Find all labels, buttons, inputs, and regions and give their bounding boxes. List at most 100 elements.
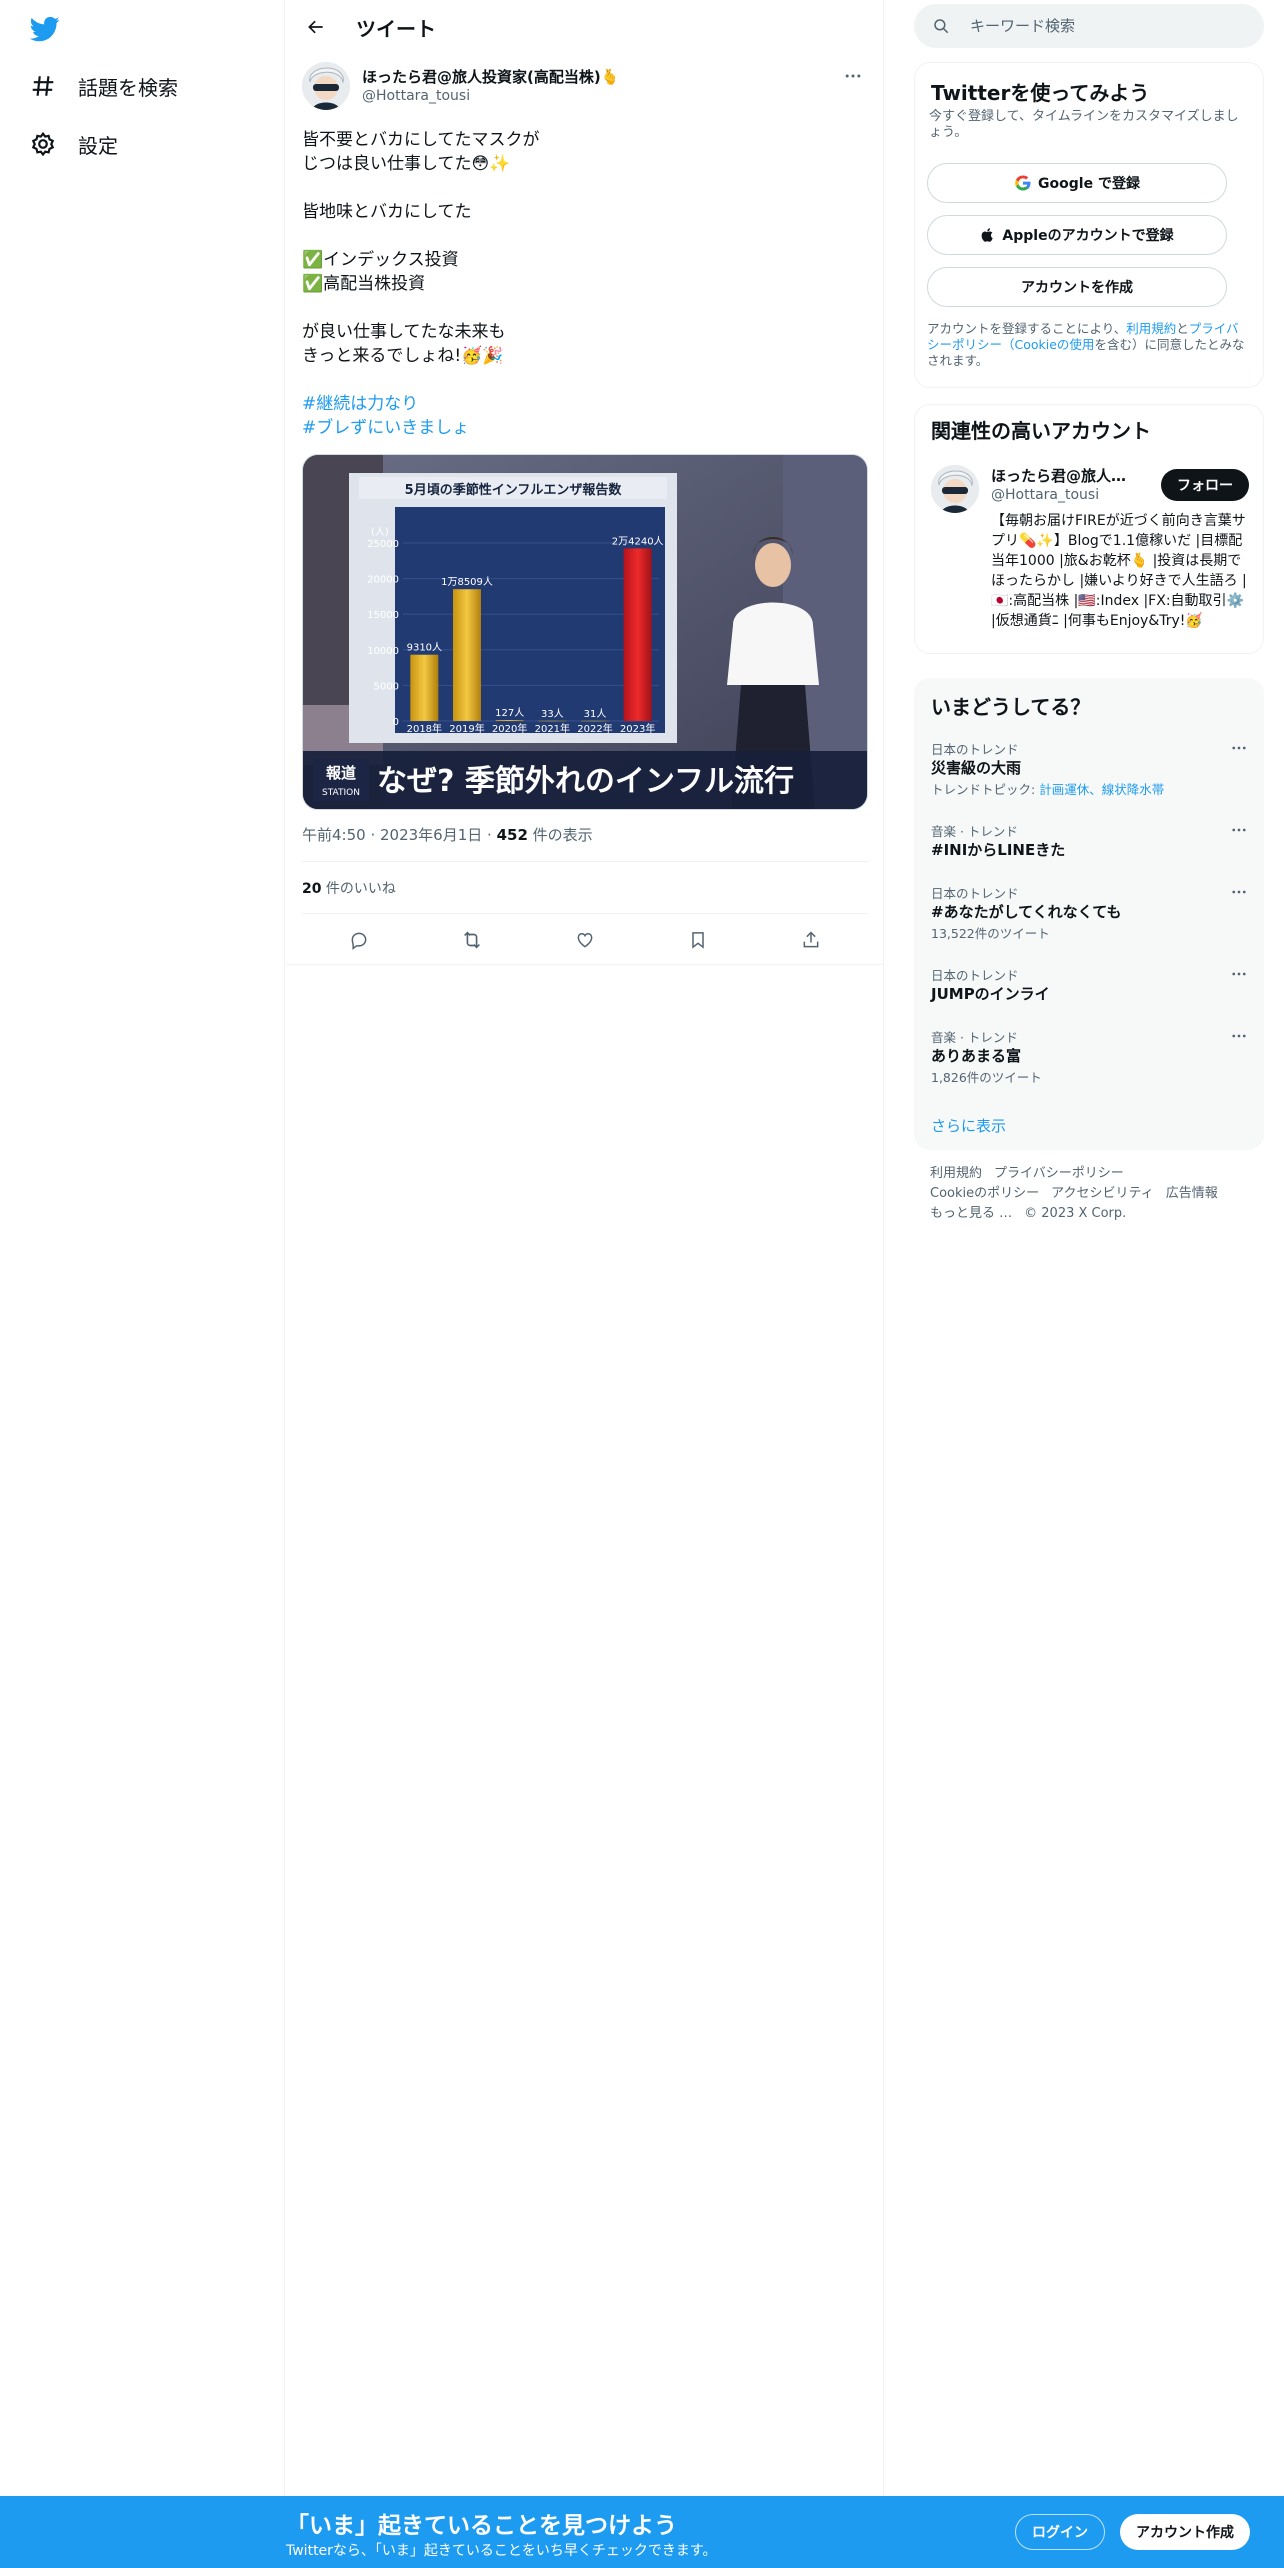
tweet-time[interactable]: 午前4:50 bbox=[302, 826, 366, 844]
trend-item[interactable]: 日本のトレンド JUMPのインライ bbox=[915, 965, 1265, 1009]
hashtag-link[interactable]: #継続は力なり bbox=[302, 394, 418, 414]
footer-links: 利用規約 プライバシーポリシー Cookieのポリシー アクセシビリティ 広告情報 も… bbox=[930, 1164, 1250, 1224]
avatar[interactable] bbox=[931, 465, 979, 513]
tweet-photo[interactable]: 5月頃の季節性インフルエンザ報告数 25000 20000 15000 10000 50… bbox=[302, 454, 868, 810]
hashtag-link[interactable]: #ブレずにいきましょ bbox=[302, 418, 469, 438]
terms-text: アカウントを登録することにより、 bbox=[927, 321, 1127, 336]
chart-data-label: 127人 bbox=[495, 707, 524, 719]
trend-extra: トレンドトピック: 計画運休、線状降水帯 bbox=[931, 779, 1164, 798]
related-title: 関連性の高いアカウント bbox=[931, 419, 1151, 443]
avatar[interactable] bbox=[302, 62, 350, 110]
apple-signup-label: Appleのアカウントで登録 bbox=[1002, 228, 1174, 244]
footer-link[interactable]: プライバシーポリシー bbox=[994, 1166, 1124, 1181]
divider bbox=[302, 861, 868, 862]
ellipsis-icon[interactable] bbox=[1227, 821, 1251, 839]
twitter-logo-icon[interactable] bbox=[28, 14, 62, 44]
trend-item[interactable]: 日本のトレンド 災害級の大雨 トレンドトピック: 計画運休、線状降水帯 bbox=[915, 739, 1265, 799]
footer-more-link[interactable]: もっと見る … bbox=[930, 1206, 1012, 1221]
likes-number: 20 bbox=[302, 881, 322, 897]
footer-link[interactable]: 利用規約 bbox=[930, 1166, 982, 1181]
google-signup-label: Google で登録 bbox=[1038, 176, 1140, 192]
footer-link[interactable]: アクセシビリティ bbox=[1051, 1186, 1154, 1201]
tweet-line bbox=[302, 368, 862, 392]
author-name[interactable]: ほったら君@旅人投資家(高配当株)🫰 bbox=[362, 66, 619, 87]
chart-data-label: 2万4240人 bbox=[612, 535, 664, 547]
trend-tweet-count: 1,826件のツイート bbox=[931, 1070, 1042, 1085]
main-column: ツイート ほったら君@旅人投資家(高配当株)🫰 @Hottara_tousi 皆… bbox=[286, 0, 884, 2496]
ellipsis-icon[interactable] bbox=[1227, 965, 1251, 983]
trend-item[interactable]: 音楽 · トレンド ありあまる富 1,826件のツイート bbox=[915, 1027, 1265, 1087]
search-input[interactable] bbox=[970, 17, 1230, 35]
banner-text: なぜ? 季節外れのインフル流行 bbox=[377, 764, 794, 799]
tweet-line: が良い仕事してたな未来も bbox=[302, 322, 506, 342]
divider bbox=[286, 964, 884, 965]
author-handle[interactable]: @Hottara_tousi bbox=[362, 88, 470, 104]
trend-topic-link[interactable]: 計画運休、線状降水帯 bbox=[1039, 782, 1164, 797]
banner-logo-top: 報道 bbox=[326, 764, 356, 782]
create-account-label: アカウントを作成 bbox=[1021, 280, 1133, 296]
share-icon bbox=[803, 931, 819, 948]
view-count: 452 bbox=[496, 826, 528, 844]
trend-context: 日本のトレンド bbox=[931, 886, 1019, 901]
trend-item[interactable]: 日本のトレンド #あなたがしてくれなくても 13,522件のツイート bbox=[915, 883, 1265, 943]
hashtag-icon bbox=[28, 71, 58, 101]
chart-x-tick: 2023年 bbox=[620, 722, 655, 735]
reply-button[interactable] bbox=[341, 922, 377, 958]
signup-title: Twitterを使ってみよう bbox=[931, 81, 1150, 105]
likes-count[interactable]: 20 件のいいね bbox=[302, 878, 396, 898]
tweet-line bbox=[302, 176, 862, 200]
nav-settings[interactable]: 設定 bbox=[28, 124, 118, 164]
chart-bar bbox=[453, 589, 481, 721]
chart-data-label: 1万8509人 bbox=[441, 576, 493, 588]
like-button[interactable] bbox=[567, 922, 603, 958]
chart-bar bbox=[581, 720, 609, 722]
gear-icon bbox=[28, 129, 58, 159]
google-signup-button[interactable]: Google で登録 bbox=[927, 163, 1227, 203]
trend-name: #INIからLINEきた bbox=[931, 841, 1066, 859]
search-box bbox=[914, 4, 1264, 48]
chart-x-tick: 2022年 bbox=[577, 722, 612, 735]
trend-item[interactable]: 音楽 · トレンド #INIからLINEきた bbox=[915, 821, 1265, 865]
tweet-line: ✅高配当株投資 bbox=[302, 274, 426, 294]
chart-bar bbox=[410, 654, 439, 721]
tweet-date[interactable]: 2023年6月1日 bbox=[380, 826, 482, 844]
related-account-name[interactable]: ほったら君@旅人投... bbox=[991, 465, 1141, 486]
trend-context: 日本のトレンド bbox=[931, 968, 1019, 983]
footer-link[interactable]: Cookieのポリシー bbox=[930, 1186, 1039, 1201]
create-account-button[interactable]: アカウントを作成 bbox=[927, 267, 1227, 307]
left-sidebar: 話題を検索 設定 bbox=[0, 0, 285, 2496]
tweet-line: 皆地味とバカにしてた bbox=[302, 202, 472, 222]
chart-bar bbox=[623, 548, 652, 721]
more-options-button[interactable] bbox=[838, 64, 868, 88]
login-button[interactable]: ログイン bbox=[1015, 2514, 1105, 2550]
apple-signup-button[interactable]: Appleのアカウントで登録 bbox=[927, 215, 1227, 255]
share-button[interactable] bbox=[793, 922, 829, 958]
show-more-link[interactable]: さらに表示 bbox=[931, 1115, 1006, 1136]
bookmark-icon bbox=[692, 932, 704, 949]
back-button[interactable] bbox=[298, 9, 334, 45]
retweet-button[interactable] bbox=[454, 922, 490, 958]
chart-x-tick: 2018年 bbox=[407, 722, 442, 735]
google-icon bbox=[1014, 174, 1032, 192]
follow-button[interactable]: フォロー bbox=[1161, 469, 1249, 501]
trends-title: いまどうしてる？ bbox=[931, 695, 1091, 719]
terms-link[interactable]: 利用規約 bbox=[1126, 321, 1176, 336]
tweet-line: じつは良い仕事してた😳✨ bbox=[302, 154, 511, 174]
tweet-line: ✅インデックス投資 bbox=[302, 250, 459, 270]
signup-button[interactable]: アカウント作成 bbox=[1120, 2514, 1250, 2550]
chart-data-label: 9310人 bbox=[407, 642, 442, 654]
related-account-handle[interactable]: @Hottara_tousi bbox=[991, 487, 1099, 503]
chart-x-tick: 2019年 bbox=[449, 722, 484, 735]
ellipsis-icon[interactable] bbox=[1227, 883, 1251, 901]
copyright: © 2023 X Corp. bbox=[1024, 1206, 1127, 1221]
ellipsis-icon bbox=[845, 74, 861, 78]
chart-y-tick: 0 bbox=[393, 717, 399, 728]
ellipsis-icon[interactable] bbox=[1227, 739, 1251, 757]
footer-link[interactable]: 広告情報 bbox=[1166, 1186, 1218, 1201]
chart-x-tick: 2021年 bbox=[535, 722, 570, 735]
ellipsis-icon[interactable] bbox=[1227, 1027, 1251, 1045]
bottom-subtext: Twitterなら、「いま」起きていることをいち早くチェックできます。 bbox=[286, 2543, 717, 2559]
nav-explore-label: 話題を検索 bbox=[78, 75, 178, 100]
bookmark-button[interactable] bbox=[680, 922, 716, 958]
nav-explore[interactable]: 話題を検索 bbox=[28, 66, 178, 106]
